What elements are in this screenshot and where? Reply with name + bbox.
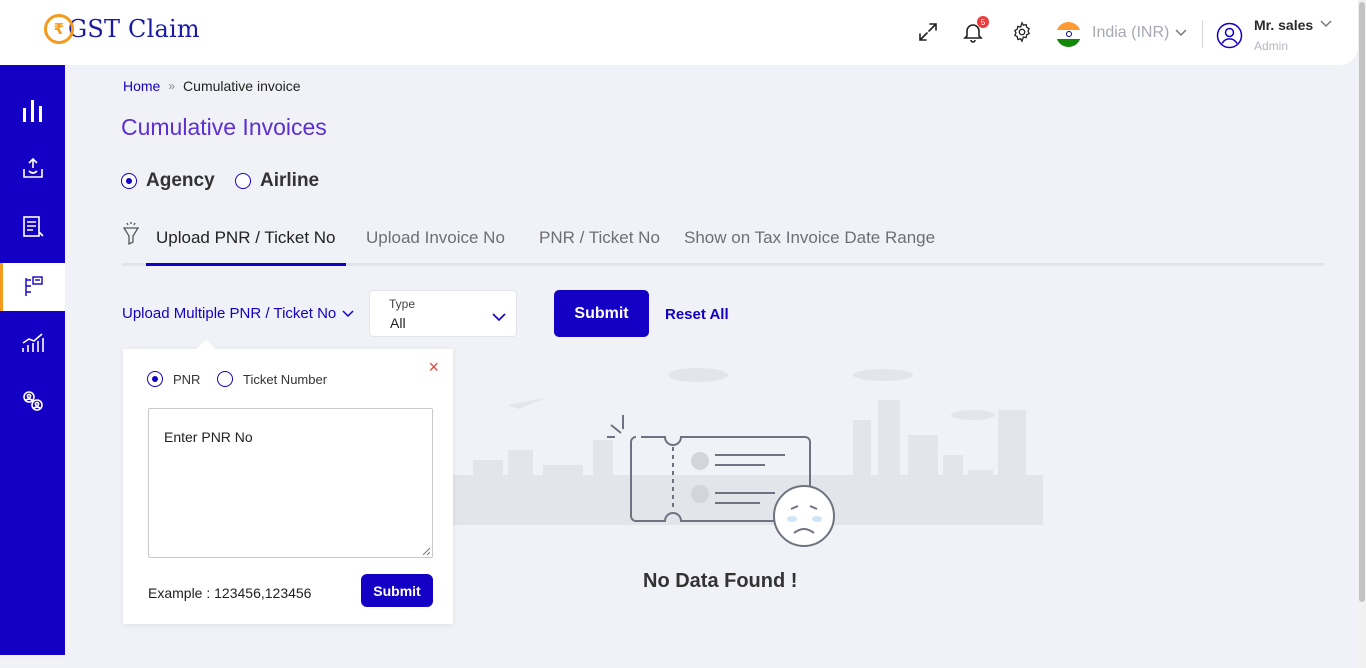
user-name[interactable]: Mr. sales bbox=[1254, 17, 1313, 33]
breadcrumb: Home » Cumulative invoice bbox=[123, 78, 301, 94]
airline-label: Airline bbox=[260, 170, 320, 191]
settings-gear-icon[interactable] bbox=[1010, 20, 1034, 44]
breadcrumb-current: Cumulative invoice bbox=[183, 78, 301, 94]
chevron-down-icon bbox=[1175, 29, 1187, 37]
top-header: ₹ GST Claim 5 India (INR) Mr. sales Admi… bbox=[0, 0, 1358, 65]
pnr-upload-popup: × PNR Ticket Number Enter PNR No Example… bbox=[123, 340, 453, 624]
chevron-down-icon bbox=[492, 313, 506, 322]
ticket-number-radio[interactable] bbox=[217, 371, 233, 387]
pnr-label: PNR bbox=[173, 371, 201, 387]
resize-grip-icon[interactable] bbox=[422, 547, 430, 555]
rupee-coin-icon: ₹ bbox=[44, 14, 74, 44]
ticket-number-label: Ticket Number bbox=[243, 371, 328, 387]
user-menu-chevron-icon[interactable] bbox=[1320, 20, 1332, 28]
close-icon[interactable]: × bbox=[428, 357, 439, 378]
tab-upload-pnr[interactable]: Upload PNR / Ticket No bbox=[156, 228, 336, 248]
page-scrollbar[interactable] bbox=[1358, 0, 1366, 668]
sad-ticket-illustration bbox=[607, 415, 835, 547]
document-icon bbox=[22, 216, 44, 237]
users-icon bbox=[22, 391, 43, 411]
sidebar-item-invoice[interactable] bbox=[0, 203, 65, 251]
upload-tray-icon bbox=[22, 157, 43, 178]
tab-bar: Upload PNR / Ticket No Upload Invoice No… bbox=[122, 218, 1324, 266]
upload-dropdown-label: Upload Multiple PNR / Ticket No bbox=[122, 305, 337, 322]
header-divider bbox=[1202, 20, 1203, 48]
page-title: Cumulative Invoices bbox=[121, 114, 327, 140]
cumulative-invoice-icon bbox=[25, 276, 43, 296]
agency-label: Agency bbox=[146, 170, 215, 191]
sidebar-item-users[interactable] bbox=[0, 377, 65, 425]
agency-radio[interactable] bbox=[121, 173, 137, 189]
tab-pnr-ticket[interactable]: PNR / Ticket No bbox=[539, 228, 660, 248]
notification-bell-icon[interactable]: 5 bbox=[961, 16, 989, 44]
notification-badge: 5 bbox=[977, 16, 989, 28]
type-select[interactable]: Type All bbox=[369, 290, 517, 337]
upload-multiple-dropdown[interactable]: Upload Multiple PNR / Ticket No bbox=[122, 305, 354, 322]
sidebar-item-dashboard[interactable] bbox=[0, 87, 65, 135]
bar-chart-icon bbox=[22, 100, 42, 122]
no-data-message: No Data Found ! bbox=[643, 570, 798, 592]
sidebar-item-reports[interactable] bbox=[0, 319, 65, 367]
tab-upload-invoice[interactable]: Upload Invoice No bbox=[366, 228, 505, 248]
pnr-textarea[interactable]: Enter PNR No bbox=[148, 408, 433, 558]
user-avatar-icon[interactable] bbox=[1216, 22, 1243, 49]
ticket-number-radio-option[interactable]: Ticket Number bbox=[217, 371, 327, 387]
sidebar bbox=[0, 65, 65, 655]
agency-radio-option[interactable]: Agency bbox=[121, 170, 215, 192]
rupee-symbol: ₹ bbox=[53, 20, 65, 38]
breadcrumb-separator: » bbox=[168, 79, 176, 93]
active-tab-indicator bbox=[146, 263, 346, 266]
type-select-value: All bbox=[390, 315, 406, 331]
pnr-radio-option[interactable]: PNR bbox=[147, 371, 200, 387]
popup-caret bbox=[196, 340, 216, 349]
submit-button[interactable]: Submit bbox=[554, 290, 649, 337]
pnr-radio[interactable] bbox=[147, 371, 163, 387]
airline-radio[interactable] bbox=[235, 173, 251, 189]
sidebar-item-cumulative-invoice[interactable] bbox=[0, 263, 65, 311]
pnr-textarea-text: Enter PNR No bbox=[164, 429, 253, 445]
popup-submit-button[interactable]: Submit bbox=[361, 574, 433, 607]
currency-selector[interactable]: India (INR) bbox=[1092, 24, 1187, 42]
user-role: Admin bbox=[1254, 39, 1289, 53]
logo-text: GST Claim bbox=[68, 15, 200, 43]
fullscreen-icon[interactable] bbox=[916, 20, 940, 44]
growth-chart-icon bbox=[21, 333, 44, 352]
tab-tax-invoice-date-range[interactable]: Show on Tax Invoice Date Range bbox=[684, 228, 935, 248]
example-text: Example : 123456,123456 bbox=[148, 585, 312, 601]
scrollbar-thumb[interactable] bbox=[1359, 2, 1365, 602]
india-flag-icon[interactable] bbox=[1056, 22, 1081, 47]
filter-funnel-icon[interactable] bbox=[122, 220, 140, 248]
type-select-label: Type bbox=[389, 297, 416, 311]
sidebar-item-upload[interactable] bbox=[0, 145, 65, 193]
country-label: India (INR) bbox=[1092, 24, 1170, 41]
reset-all-link[interactable]: Reset All bbox=[665, 306, 729, 323]
chevron-down-icon bbox=[342, 309, 354, 317]
airline-radio-option[interactable]: Airline bbox=[235, 170, 319, 192]
breadcrumb-home-link[interactable]: Home bbox=[123, 78, 160, 94]
app-logo[interactable]: ₹ GST Claim bbox=[44, 14, 200, 44]
